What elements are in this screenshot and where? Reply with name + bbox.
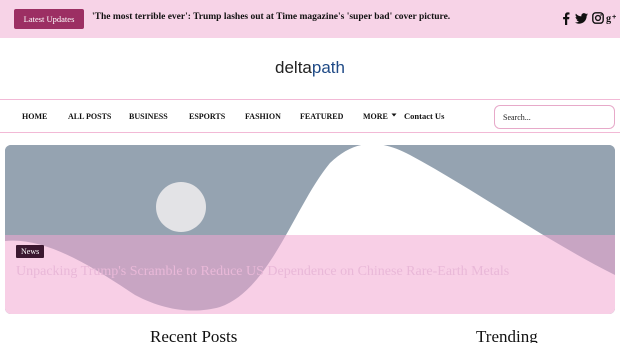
instagram-icon[interactable]: [591, 10, 605, 26]
top-bar: Latest Updates 'The most terrible ever':…: [0, 0, 620, 38]
svg-text:g: g: [606, 14, 611, 24]
main-navigation: HOME ALL POSTS BUSINESS ESPORTS FASHION …: [0, 99, 620, 133]
nav-item-featured[interactable]: FEATURED: [300, 112, 343, 121]
svg-text:+: +: [612, 12, 617, 21]
nav-item-all-posts[interactable]: ALL POSTS: [68, 112, 111, 121]
nav-item-business[interactable]: BUSINESS: [129, 112, 168, 121]
hero-title[interactable]: Unpacking Trump's Scramble to Reduce US …: [16, 263, 606, 280]
logo-text-part2: path: [311, 58, 345, 77]
nav-item-fashion[interactable]: FASHION: [245, 112, 281, 121]
nav-item-home[interactable]: HOME: [22, 112, 47, 121]
category-tag[interactable]: News: [16, 245, 45, 258]
trending-heading: Trending: [476, 327, 538, 343]
nav-item-more[interactable]: MORE: [363, 112, 397, 121]
google-plus-icon[interactable]: g +: [606, 10, 618, 26]
search-input[interactable]: [494, 105, 615, 129]
nav-item-esports[interactable]: ESPORTS: [189, 112, 225, 121]
latest-updates-button[interactable]: Latest Updates: [14, 9, 84, 29]
news-ticker-text[interactable]: 'The most terrible ever': Trump lashes o…: [92, 12, 450, 22]
chevron-down-icon: [391, 113, 397, 117]
site-logo[interactable]: deltapath: [0, 58, 620, 78]
logo-text-part1: delta: [275, 58, 312, 77]
twitter-icon[interactable]: [574, 10, 588, 26]
facebook-icon[interactable]: [559, 10, 573, 26]
nav-item-more-label: MORE: [363, 112, 388, 121]
recent-posts-heading: Recent Posts: [150, 327, 238, 343]
featured-hero[interactable]: News Unpacking Trump's Scramble to Reduc…: [5, 145, 615, 314]
nav-item-contact-us[interactable]: Contact Us: [404, 111, 444, 121]
